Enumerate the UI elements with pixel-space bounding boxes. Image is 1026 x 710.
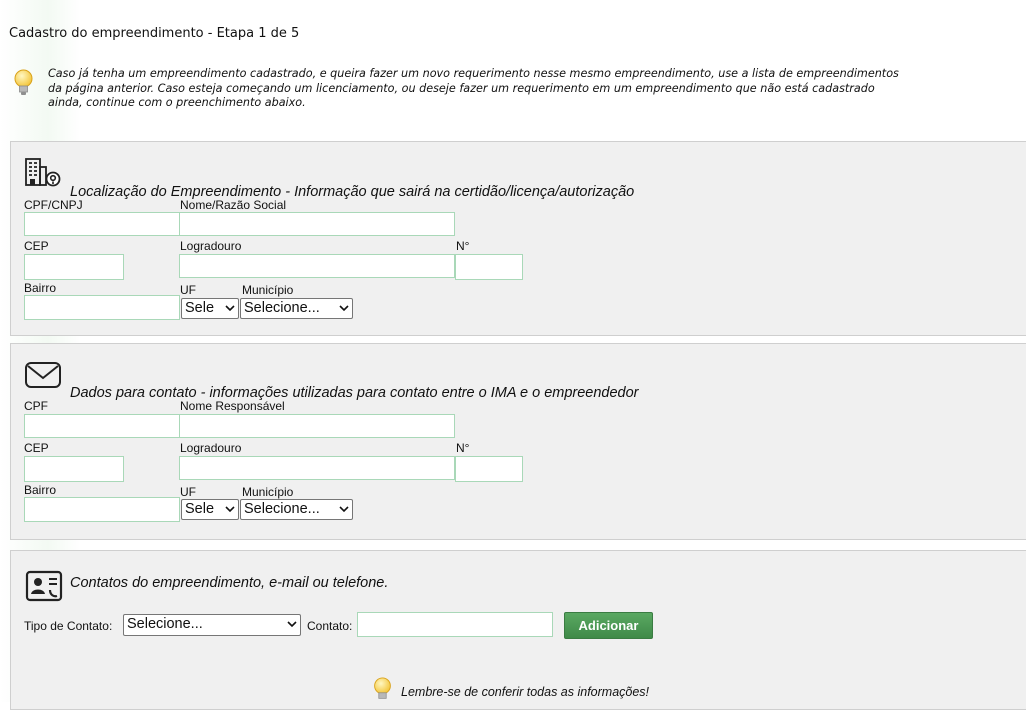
reminder-text: Lembre-se de conferir todas as informaçõ… xyxy=(401,685,650,699)
chevron-down-icon xyxy=(287,621,297,628)
number-label: N° xyxy=(456,239,470,253)
contact-input[interactable] xyxy=(357,612,553,637)
cpf-input[interactable] xyxy=(24,414,180,438)
envelope-icon xyxy=(25,362,61,388)
contact-uf-select[interactable]: Sele xyxy=(181,499,239,520)
city-select[interactable]: Selecione... xyxy=(240,298,353,319)
contact-type-select[interactable]: Selecione... xyxy=(123,614,301,636)
contact-district-input[interactable] xyxy=(24,497,180,522)
add-contact-button[interactable]: Adicionar xyxy=(564,612,653,639)
cpf-label: CPF xyxy=(24,399,48,413)
chevron-down-icon xyxy=(225,305,235,312)
contact-type-value: Selecione... xyxy=(127,616,203,632)
chevron-down-icon xyxy=(339,305,349,312)
uf-select-value: Sele xyxy=(185,300,215,316)
notice-line: Caso já tenha um empreendimento cadastra… xyxy=(48,67,899,80)
responsible-name-label: Nome Responsável xyxy=(180,399,285,413)
contact-title: Dados para contato - informações utiliza… xyxy=(70,385,639,401)
contacts-title: Contatos do empreendimento, e-mail ou te… xyxy=(70,575,389,591)
district-input[interactable] xyxy=(24,295,180,320)
uf-select[interactable]: Sele xyxy=(181,298,239,319)
street-label: Logradouro xyxy=(180,441,242,455)
responsible-name-input[interactable] xyxy=(179,414,455,438)
uf-select-value: Sele xyxy=(185,501,215,517)
street-label: Logradouro xyxy=(180,239,242,253)
cpf-cnpj-input[interactable] xyxy=(24,212,180,236)
uf-label: UF xyxy=(180,283,196,297)
chevron-down-icon xyxy=(339,506,349,513)
uf-label: UF xyxy=(180,485,196,499)
cep-input[interactable] xyxy=(24,254,124,280)
cep-label: CEP xyxy=(24,239,49,253)
lightbulb-icon xyxy=(374,677,391,699)
contact-cep-input[interactable] xyxy=(24,456,124,482)
number-input[interactable] xyxy=(455,254,523,280)
contact-label: Contato: xyxy=(307,619,353,633)
contact-street-input[interactable] xyxy=(179,456,455,480)
city-select-value: Selecione... xyxy=(244,501,320,517)
lightbulb-icon xyxy=(14,69,33,95)
district-label: Bairro xyxy=(24,483,57,497)
chevron-down-icon xyxy=(225,506,235,513)
district-label: Bairro xyxy=(24,281,57,295)
name-label: Nome/Razão Social xyxy=(180,198,287,212)
cpf-cnpj-label: CPF/CNPJ xyxy=(24,198,83,212)
page-title: Cadastro do empreendimento - Etapa 1 de … xyxy=(9,26,300,41)
number-label: N° xyxy=(456,441,470,455)
building-location-icon xyxy=(25,158,61,187)
notice-line: da página anterior. Caso esteja começand… xyxy=(48,81,875,95)
street-input[interactable] xyxy=(179,254,455,278)
city-select-value: Selecione... xyxy=(244,300,320,316)
notice-line: ainda, continue com o preenchimento abai… xyxy=(48,96,306,109)
business-name-input[interactable] xyxy=(179,212,455,236)
contact-card-icon xyxy=(25,570,63,602)
contact-city-select[interactable]: Selecione... xyxy=(240,499,353,520)
cep-label: CEP xyxy=(24,441,49,455)
city-label: Município xyxy=(242,283,294,297)
contact-number-input[interactable] xyxy=(455,456,523,482)
notice-text: Caso já tenha um empreendimento cadastra… xyxy=(48,67,899,111)
contact-type-label: Tipo de Contato: xyxy=(24,619,113,633)
location-title: Localização do Empreendimento - Informaç… xyxy=(70,184,635,200)
city-label: Município xyxy=(242,485,294,499)
